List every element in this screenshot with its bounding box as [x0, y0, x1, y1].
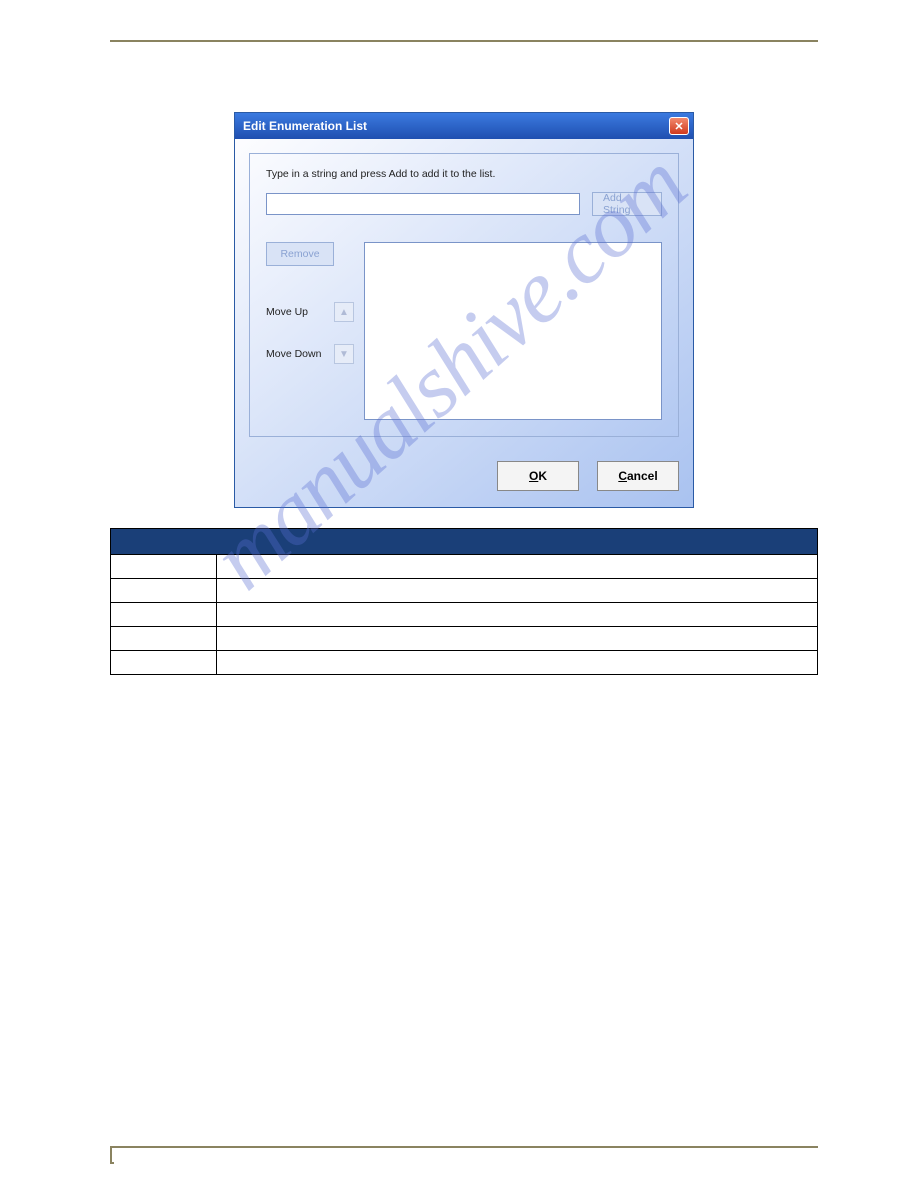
close-button[interactable]: ✕ — [669, 117, 689, 135]
table-row — [111, 651, 818, 675]
table-header-cell — [111, 529, 818, 555]
string-input[interactable] — [266, 193, 580, 215]
cancel-rest: ancel — [627, 469, 658, 483]
table-cell — [217, 603, 818, 627]
ok-rest: K — [538, 469, 547, 483]
cancel-underline: C — [618, 469, 627, 483]
table-cell — [217, 555, 818, 579]
add-string-button[interactable]: Add String — [592, 192, 662, 216]
instruction-text: Type in a string and press Add to add it… — [266, 168, 662, 180]
input-row: Add String — [266, 192, 662, 216]
table-cell — [217, 627, 818, 651]
bottom-left-mark — [110, 1148, 114, 1164]
cancel-button[interactable]: Cancel — [597, 461, 679, 491]
table-header-row — [111, 529, 818, 555]
list-row: Remove Move Up ▲ Move Down ▼ — [266, 242, 662, 420]
top-border — [110, 40, 818, 42]
dialog-title: Edit Enumeration List — [243, 119, 367, 133]
dialog-titlebar: Edit Enumeration List ✕ — [235, 113, 693, 139]
move-up-button[interactable]: ▲ — [334, 302, 354, 322]
dialog-footer: OK Cancel — [249, 461, 679, 491]
close-icon: ✕ — [674, 120, 683, 133]
move-down-button[interactable]: ▼ — [334, 344, 354, 364]
table-cell — [111, 627, 217, 651]
table-cell — [111, 603, 217, 627]
remove-button[interactable]: Remove — [266, 242, 334, 266]
arrow-up-icon: ▲ — [339, 307, 349, 318]
edit-enumeration-dialog: Edit Enumeration List ✕ Type in a string… — [234, 112, 694, 508]
table-row — [111, 627, 818, 651]
table-row — [111, 555, 818, 579]
table-row — [111, 579, 818, 603]
move-down-row: Move Down ▼ — [266, 344, 354, 364]
arrow-down-icon: ▼ — [339, 349, 349, 360]
ok-underline: O — [529, 469, 538, 483]
ok-button[interactable]: OK — [497, 461, 579, 491]
left-controls: Remove Move Up ▲ Move Down ▼ — [266, 242, 354, 364]
table-cell — [111, 579, 217, 603]
table-cell — [217, 651, 818, 675]
move-down-label: Move Down — [266, 348, 321, 360]
table-cell — [217, 579, 818, 603]
enumeration-listbox[interactable] — [364, 242, 662, 420]
bottom-border — [110, 1146, 818, 1148]
description-table — [110, 528, 818, 675]
dialog-body: Type in a string and press Add to add it… — [235, 139, 693, 507]
group-box: Type in a string and press Add to add it… — [249, 153, 679, 437]
table-cell — [111, 555, 217, 579]
table-row — [111, 603, 818, 627]
move-up-label: Move Up — [266, 306, 308, 318]
table-cell — [111, 651, 217, 675]
move-up-row: Move Up ▲ — [266, 302, 354, 322]
